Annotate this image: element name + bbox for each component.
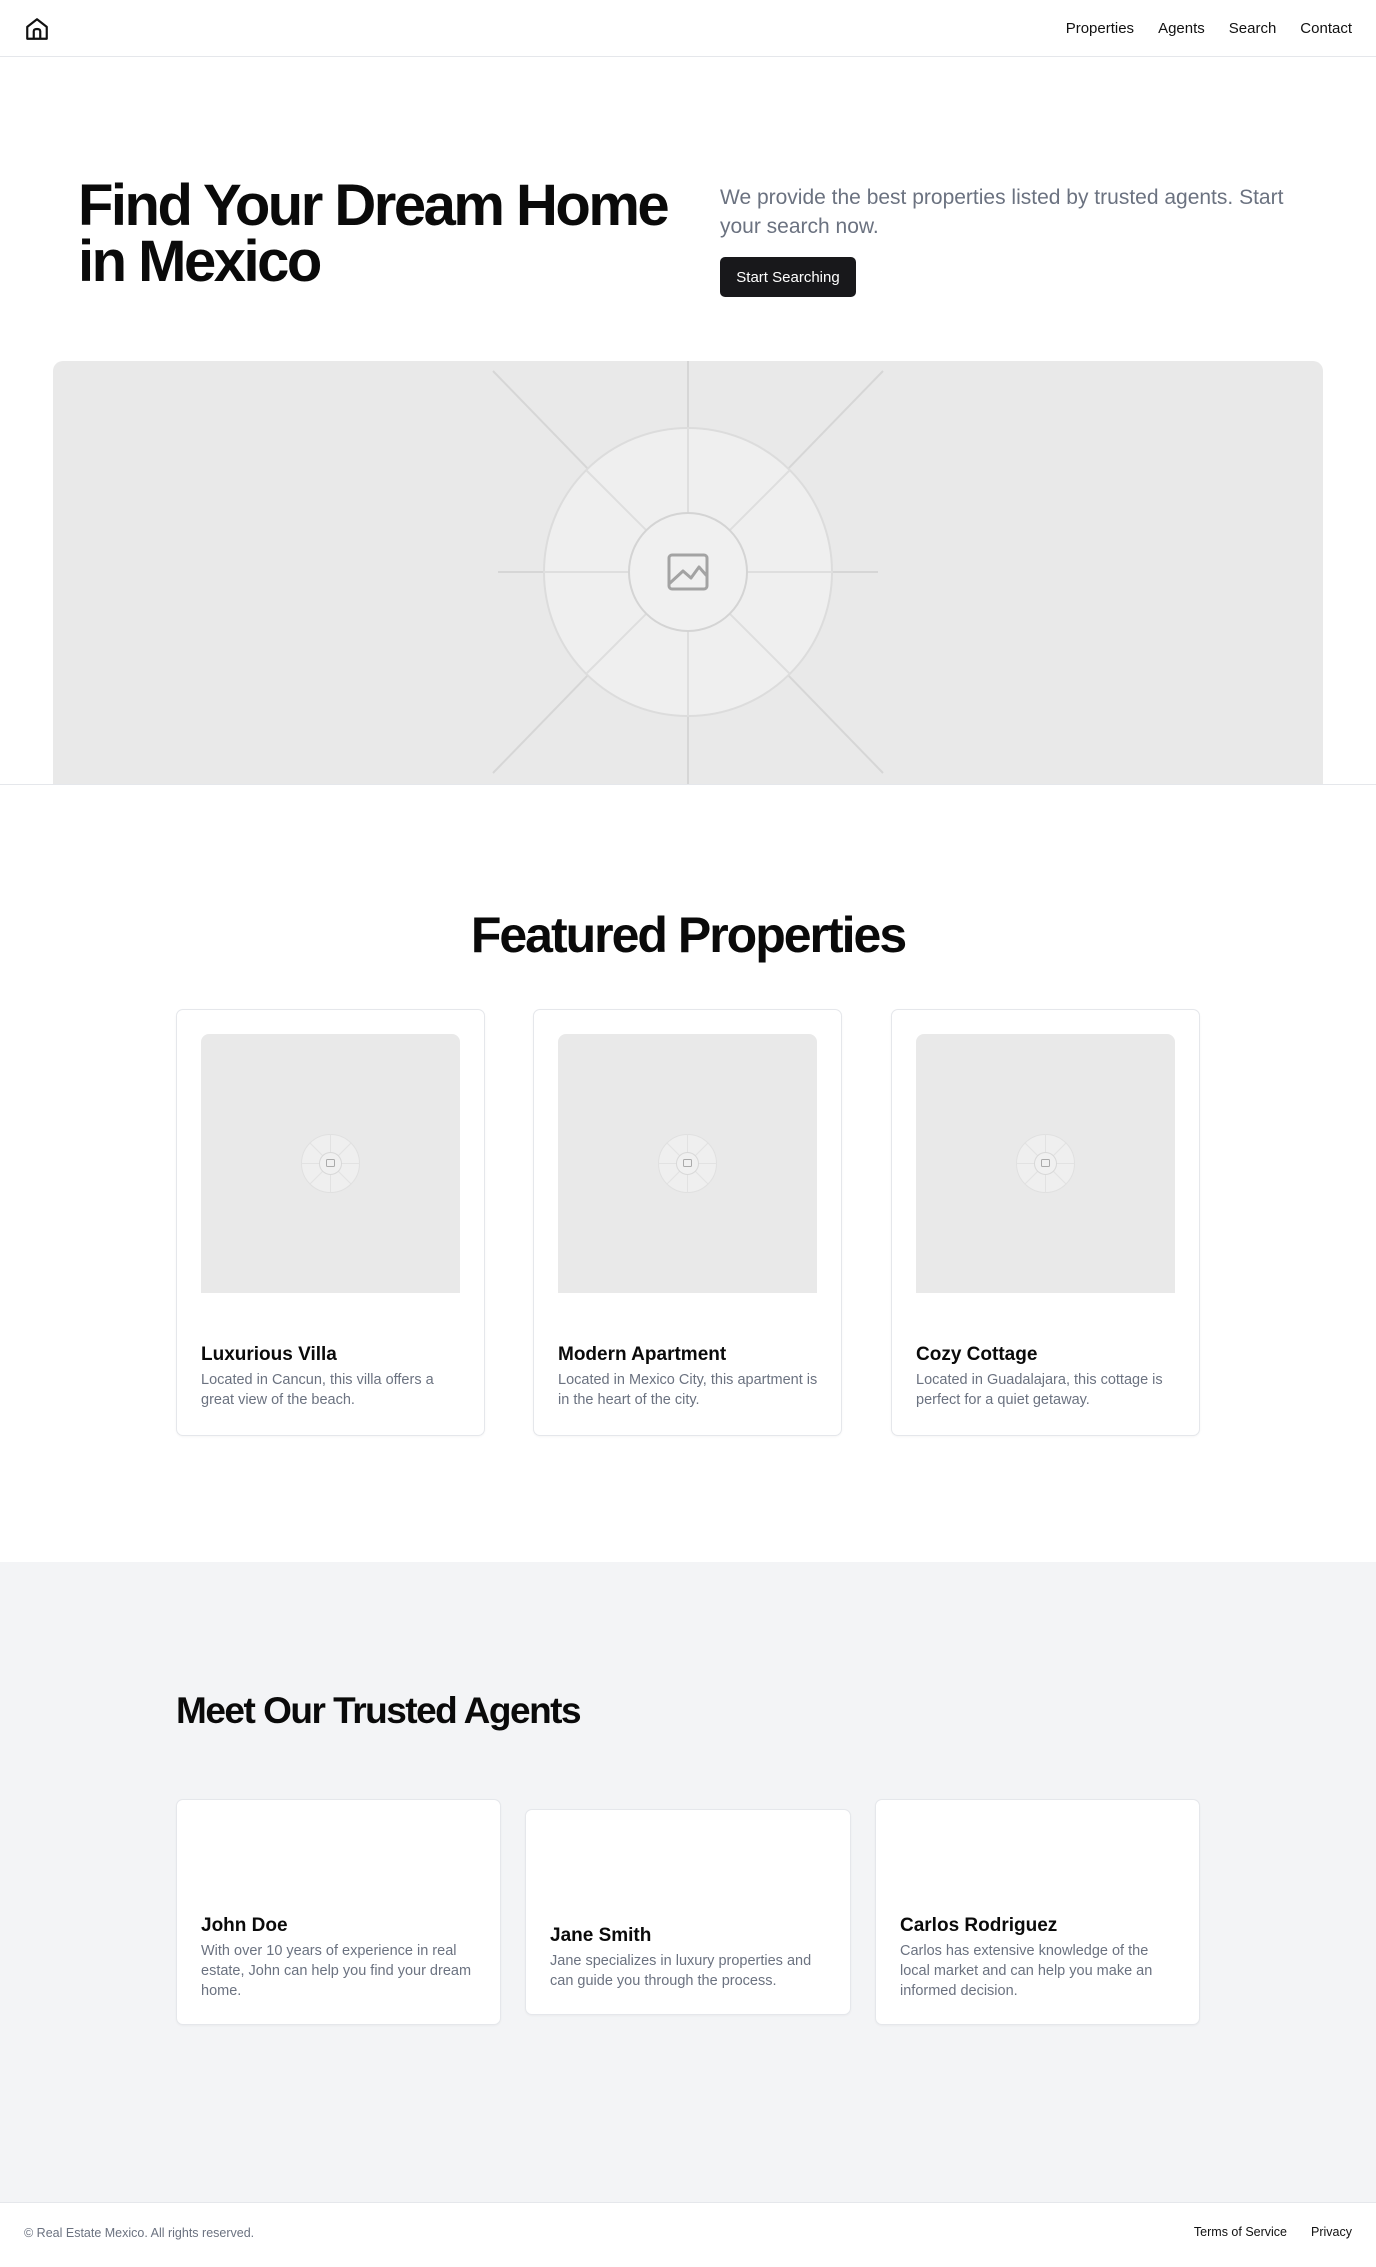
image-placeholder-icon — [1016, 1134, 1075, 1193]
property-card[interactable]: Modern Apartment Located in Mexico City,… — [533, 1009, 842, 1436]
site-footer: © Real Estate Mexico. All rights reserve… — [0, 2202, 1376, 2267]
nav-link-contact[interactable]: Contact — [1300, 20, 1352, 37]
image-placeholder-icon — [492, 361, 884, 785]
main-nav: Properties Agents Search Contact — [1066, 0, 1352, 56]
footer-links: Terms of Service Privacy — [1194, 2225, 1352, 2239]
property-description: Located in Mexico City, this apartment i… — [558, 1372, 818, 1408]
property-card[interactable]: Cozy Cottage Located in Guadalajara, thi… — [891, 1009, 1200, 1436]
property-name: Modern Apartment — [558, 1344, 727, 1365]
agent-card[interactable]: John Doe With over 10 years of experienc… — [176, 1799, 501, 2025]
agent-name: Carlos Rodriguez — [900, 1915, 1058, 1936]
nav-link-agents[interactable]: Agents — [1158, 20, 1205, 37]
hero-image-placeholder — [53, 361, 1323, 785]
hero-title: Find Your Dream Home in Mexico — [78, 177, 678, 291]
privacy-link[interactable]: Privacy — [1311, 2225, 1352, 2239]
start-searching-button[interactable]: Start Searching — [720, 257, 856, 297]
image-placeholder-icon — [658, 1134, 717, 1193]
property-image-placeholder — [201, 1034, 460, 1293]
nav-link-properties[interactable]: Properties — [1066, 20, 1134, 37]
hero-title-line-2: in Mexico — [78, 229, 322, 294]
featured-properties-title: Featured Properties — [470, 907, 907, 963]
terms-of-service-link[interactable]: Terms of Service — [1194, 2225, 1287, 2239]
agent-name: John Doe — [201, 1915, 288, 1936]
agent-bio: Jane specializes in luxury properties an… — [550, 1953, 812, 1989]
nav-link-search[interactable]: Search — [1229, 20, 1277, 37]
agent-card[interactable]: Carlos Rodriguez Carlos has extensive kn… — [875, 1799, 1200, 2025]
agent-bio: Carlos has extensive knowledge of the lo… — [900, 1943, 1153, 1999]
site-header: Properties Agents Search Contact — [0, 0, 1376, 57]
copyright-text: © Real Estate Mexico. All rights reserve… — [24, 2226, 255, 2240]
property-image-placeholder — [558, 1034, 817, 1293]
property-card[interactable]: Luxurious Villa Located in Cancun, this … — [176, 1009, 485, 1436]
property-image-placeholder — [916, 1034, 1175, 1293]
home-icon[interactable] — [24, 16, 50, 42]
property-description: Located in Guadalajara, this cottage is … — [916, 1372, 1163, 1408]
property-name: Luxurious Villa — [201, 1344, 337, 1365]
property-description: Located in Cancun, this villa offers a g… — [201, 1372, 434, 1408]
agent-name: Jane Smith — [550, 1925, 652, 1946]
agent-card[interactable]: Jane Smith Jane specializes in luxury pr… — [525, 1809, 851, 2015]
image-placeholder-icon — [301, 1134, 360, 1193]
agent-bio: With over 10 years of experience in real… — [201, 1943, 472, 1999]
agents-title: Meet Our Trusted Agents — [176, 1690, 582, 1731]
property-name: Cozy Cottage — [916, 1344, 1038, 1365]
section-divider — [0, 784, 1376, 785]
hero-subtitle: We provide the best properties listed by… — [720, 186, 1284, 238]
